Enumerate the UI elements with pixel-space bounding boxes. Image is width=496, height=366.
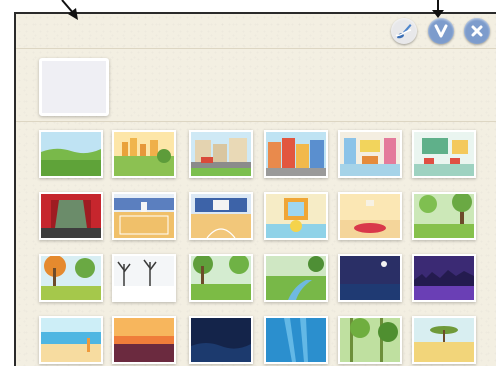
selected-background-preview[interactable] (39, 58, 109, 116)
background-thumb-gym[interactable] (112, 192, 176, 240)
background-thumb-park-city[interactable] (112, 130, 176, 178)
paint-background-button[interactable] (391, 18, 417, 44)
background-thumb-river-valley[interactable] (264, 254, 328, 302)
background-thumb-night-ocean[interactable] (189, 316, 253, 364)
background-thumb-city-buildings[interactable] (264, 130, 328, 178)
background-thumb-forest[interactable] (412, 192, 476, 240)
background-thumb-purple-night[interactable] (412, 254, 476, 302)
section-divider (16, 121, 496, 122)
toolbar-divider (16, 48, 496, 49)
background-thumb-underwater[interactable] (264, 316, 328, 364)
background-thumb-classroom[interactable] (338, 130, 402, 178)
background-thumb-bedroom-window[interactable] (264, 192, 328, 240)
background-picker-panel (14, 12, 496, 366)
ok-button[interactable] (428, 18, 454, 44)
paintbrush-icon (395, 24, 412, 39)
callout-arrow-icon (61, 0, 78, 20)
callout-arrow-icon (432, 0, 444, 18)
background-thumb-beach[interactable] (39, 316, 103, 364)
background-thumb-jungle[interactable] (338, 316, 402, 364)
background-thumb-street[interactable] (189, 130, 253, 178)
background-thumb-winter-trees[interactable] (112, 254, 176, 302)
background-thumb-school-room[interactable] (412, 130, 476, 178)
close-button[interactable] (464, 18, 490, 44)
background-thumb-grass-field[interactable] (39, 130, 103, 178)
background-thumb-savanna[interactable] (412, 316, 476, 364)
background-thumb-basketball-court[interactable] (189, 192, 253, 240)
background-thumb-theater-stage[interactable] (39, 192, 103, 240)
background-thumb-night-lake[interactable] (338, 254, 402, 302)
background-thumb-autumn-park[interactable] (39, 254, 103, 302)
checkmark-icon (434, 24, 448, 38)
close-x-icon (471, 25, 483, 37)
background-thumb-sunset[interactable] (112, 316, 176, 364)
background-thumb-green-park[interactable] (189, 254, 253, 302)
background-thumb-room-rug[interactable] (338, 192, 402, 240)
